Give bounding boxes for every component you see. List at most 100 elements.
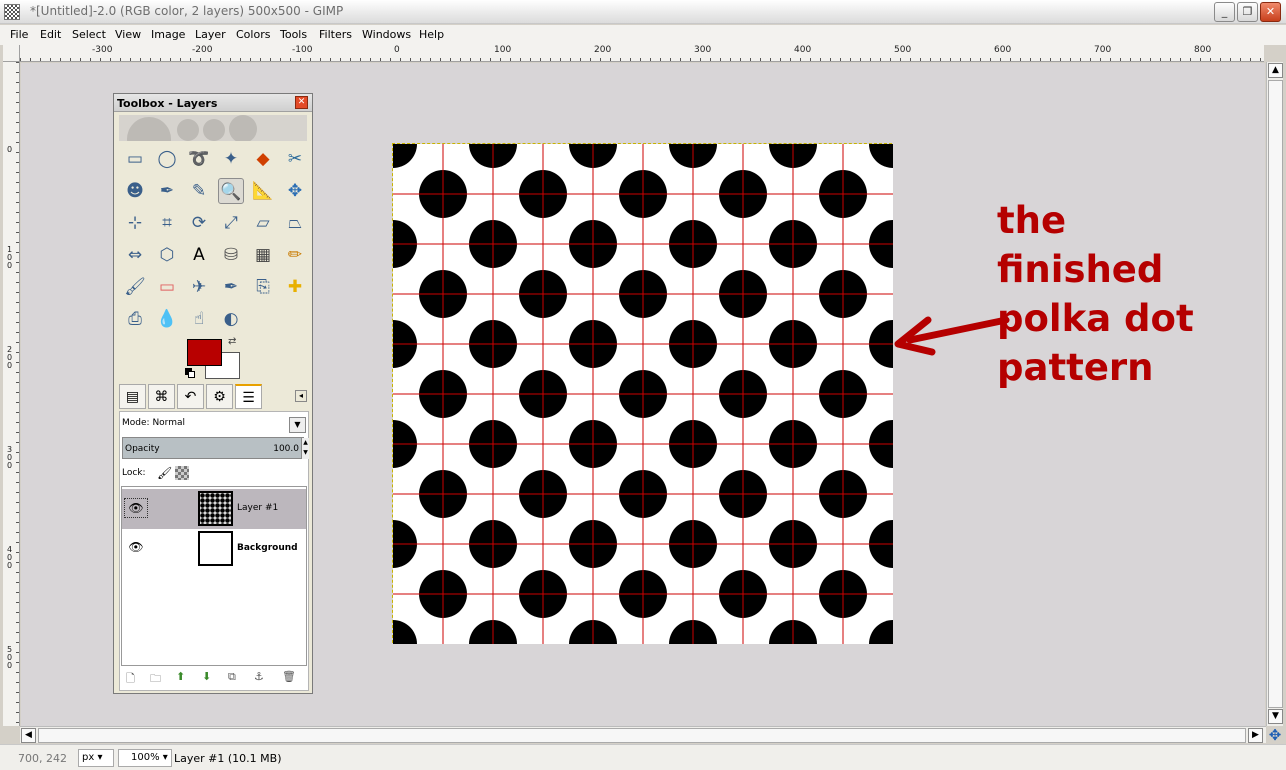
menu-image[interactable]: Image [151,28,185,41]
menu-file[interactable]: File [10,28,28,41]
heal-tool-icon[interactable]: ✚ [282,274,308,300]
menu-tools[interactable]: Tools [280,28,307,41]
lock-alpha-icon[interactable] [175,466,189,480]
lock-pixels-icon[interactable]: 🖌 [157,466,172,480]
menu-select[interactable]: Select [72,28,106,41]
menu-help[interactable]: Help [419,28,444,41]
duplicate-layer-icon[interactable]: ⧉ [228,670,236,684]
shear-tool-icon[interactable]: ▱ [250,210,276,236]
eraser-tool-icon[interactable]: ▭ [154,274,180,300]
vertical-scrollbar[interactable]: ▲ ▼ [1266,62,1283,726]
paths-tool-icon[interactable]: ✒ [154,178,180,204]
vruler-label: 0 [7,145,13,154]
ruler-corner[interactable] [3,45,20,62]
navigate-icon[interactable]: ✥ [1267,727,1283,743]
align-tool-icon[interactable]: ⊹ [122,210,148,236]
eye-icon[interactable]: 👁 [124,498,148,518]
scroll-down-arrow[interactable]: ▼ [1268,709,1283,724]
measure-tool-icon[interactable]: 📐 [250,178,276,204]
delete-layer-icon[interactable]: 🗑 [282,670,296,683]
move-tool-icon[interactable]: ✥ [282,178,308,204]
layer-name[interactable]: Background [237,543,298,553]
ink-tool-icon[interactable]: ✒ [218,274,244,300]
foreground-select-tool-icon[interactable]: ☻ [122,178,148,204]
chevron-down-icon[interactable]: ▼ [289,417,306,433]
select-by-color-tool-icon[interactable]: ◆ [250,146,276,172]
menu-windows[interactable]: Windows [362,28,411,41]
blur-tool-icon[interactable]: 💧 [154,306,180,332]
restore-button[interactable]: ❐ [1237,2,1258,22]
vertical-ruler[interactable]: 0 100 200 300 400 500 [3,62,20,726]
default-colors-icon[interactable] [185,368,196,379]
menu-colors[interactable]: Colors [236,28,270,41]
paths-tab-icon[interactable]: ⌘ [148,384,175,409]
toolbox-title-bar[interactable]: Toolbox - Layers ✕ [114,94,312,112]
scroll-left-arrow[interactable]: ◀ [21,728,36,743]
layer-name[interactable]: Layer #1 [237,503,278,513]
vruler-label: 500 [7,645,13,670]
rect-select-tool-icon[interactable]: ▭ [122,146,148,172]
unit-select[interactable]: px ▾ [78,749,114,767]
opacity-spinner[interactable]: ▲ ▼ [301,438,309,459]
vruler-label: 100 [7,245,13,270]
minimize-button[interactable]: _ [1214,2,1235,22]
opacity-value[interactable]: 100.0 [273,444,299,454]
undo-tab-icon[interactable]: ↶ [177,384,204,409]
scale-tool-icon[interactable]: ⤢ [218,210,244,236]
lower-layer-icon[interactable]: ⬇ [202,670,211,683]
tool-options-tab-icon[interactable]: ⚙ [206,384,233,409]
polka-dot-pattern[interactable] [393,144,893,644]
dodge-burn-tool-icon[interactable]: ◐ [218,306,244,332]
scissors-tool-icon[interactable]: ✂ [282,146,308,172]
cage-tool-icon[interactable]: ⬡ [154,242,180,268]
layer-row[interactable]: 👁 Layer #1 [122,489,306,529]
menu-layer[interactable]: Layer [195,28,226,41]
image-canvas[interactable] [392,143,893,644]
color-picker-tool-icon[interactable]: ✎ [186,178,212,204]
layer-row[interactable]: 👁 Background [122,529,306,569]
crop-tool-icon[interactable]: ⌗ [154,210,180,236]
clone-tool-icon[interactable]: ⎘ [250,274,276,300]
zoom-select[interactable]: 100% ▾ [118,749,172,767]
swap-colors-icon[interactable]: ⇄ [228,336,236,347]
ellipse-select-tool-icon[interactable]: ◯ [154,146,180,172]
airbrush-tool-icon[interactable]: ✈ [186,274,212,300]
layers-tab-icon[interactable]: ▤ [119,384,146,409]
free-select-tool-icon[interactable]: ➰ [186,146,212,172]
horizontal-ruler[interactable]: -300 -200 -100 0 100 200 300 400 500 600… [20,45,1264,62]
tab-menu-button[interactable]: ◂ [295,390,307,402]
images-tab-icon[interactable]: ☰ [235,384,262,409]
fuzzy-select-tool-icon[interactable]: ✦ [218,146,244,172]
zoom-tool-icon[interactable]: 🔍 [218,178,244,204]
menu-filters[interactable]: Filters [319,28,352,41]
anchor-layer-icon[interactable]: ⚓ [254,670,264,683]
scroll-up-arrow[interactable]: ▲ [1268,63,1283,78]
bucket-fill-tool-icon[interactable]: ⛁ [218,242,244,268]
pencil-tool-icon[interactable]: ✏ [282,242,308,268]
eye-icon[interactable]: 👁 [124,538,148,558]
perspective-clone-tool-icon[interactable]: ⎙ [122,306,148,332]
menu-edit[interactable]: Edit [40,28,61,41]
horizontal-scrollbar[interactable]: ◀ ▶ [20,726,1266,743]
new-layer-group-icon[interactable]: 🗀 [150,670,161,689]
flip-tool-icon[interactable]: ⇔ [122,242,148,268]
perspective-tool-icon[interactable]: ⏢ [282,210,308,236]
raise-layer-icon[interactable]: ⬆ [176,670,185,683]
zoom-value: 100% [131,752,160,763]
text-tool-icon[interactable]: A [186,242,212,268]
rotate-tool-icon[interactable]: ⟳ [186,210,212,236]
mode-value[interactable]: Normal [152,418,185,428]
new-layer-icon[interactable]: 🗋 [126,670,135,689]
smudge-tool-icon[interactable]: ☝ [186,306,212,332]
opacity-slider[interactable]: Opacity 100.0 ▲ ▼ [122,437,309,459]
toolbox-close-button[interactable]: ✕ [295,96,308,109]
menu-view[interactable]: View [115,28,141,41]
horizontal-scroll-thumb[interactable] [38,728,1246,743]
foreground-color-front[interactable] [187,339,222,366]
blend-tool-icon[interactable]: ▦ [250,242,276,268]
scroll-right-arrow[interactable]: ▶ [1248,728,1263,743]
vertical-scroll-thumb[interactable] [1268,80,1283,708]
gimp-icon[interactable] [4,4,20,20]
close-button[interactable]: ✕ [1260,2,1281,22]
paintbrush-tool-icon[interactable]: 🖌 [122,274,148,300]
